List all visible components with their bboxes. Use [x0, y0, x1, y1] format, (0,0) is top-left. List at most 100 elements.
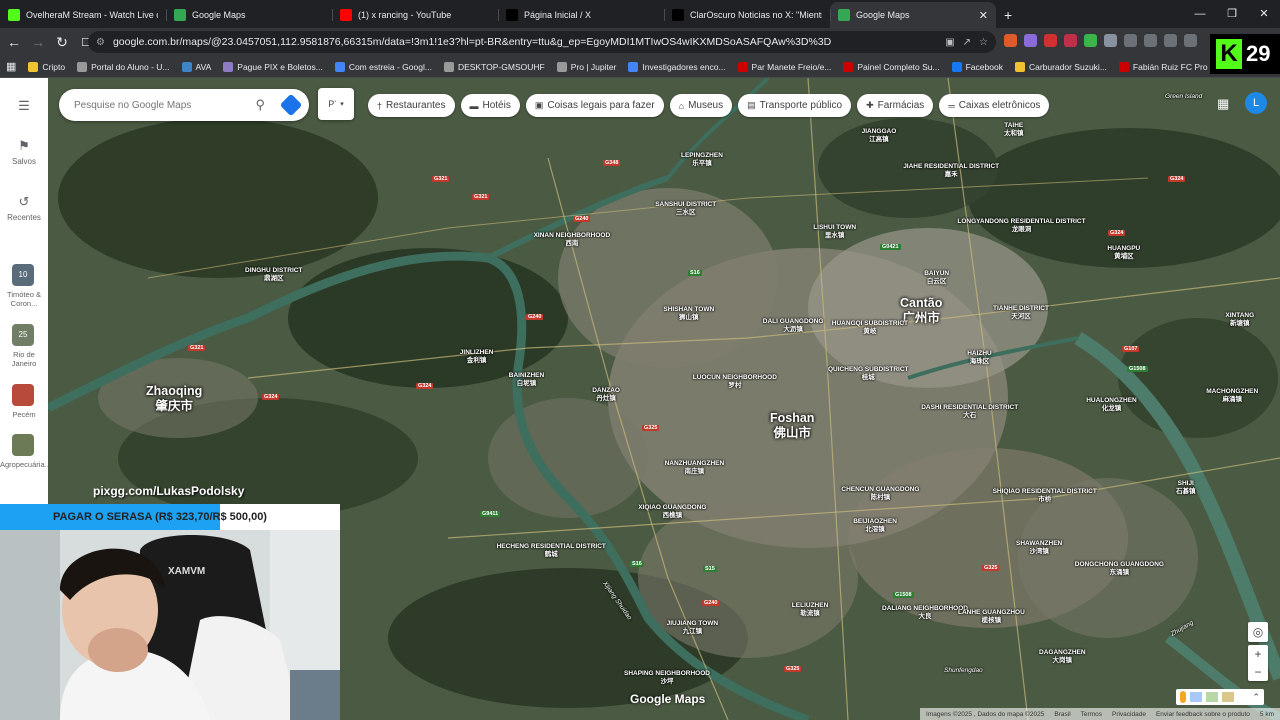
- extension-icon[interactable]: [1024, 34, 1037, 47]
- category-chip[interactable]: ═ Caixas eletrônicos: [939, 94, 1050, 117]
- place-label[interactable]: SHAWANZHEN 沙湾镇: [1016, 540, 1062, 556]
- place-label[interactable]: BAIYUN 白云区: [924, 270, 949, 286]
- bookmark-item[interactable]: Facebook: [951, 61, 1003, 72]
- place-label[interactable]: CHENCUN GUANGDONG 陈村镇: [841, 486, 919, 502]
- install-icon[interactable]: ▣: [945, 37, 954, 48]
- zoom-out-icon[interactable]: −: [1248, 663, 1268, 681]
- site-info-icon[interactable]: ⚙: [96, 37, 105, 48]
- forward-icon[interactable]: →: [28, 34, 48, 50]
- bookmark-item[interactable]: Portal do Aluno - U...: [77, 61, 170, 72]
- place-label[interactable]: XIQIAO GUANGDONG 西樵镇: [638, 504, 706, 520]
- bookmark-item[interactable]: Pague PIX e Boletos...: [223, 61, 323, 72]
- account-avatar[interactable]: L: [1245, 92, 1267, 114]
- bookmark-item[interactable]: Pro | Jupiter: [556, 61, 616, 72]
- maps-search-box[interactable]: ⚲: [59, 89, 309, 121]
- place-label[interactable]: HAIZHU 海珠区: [967, 350, 992, 366]
- address-bar[interactable]: ⚙ google.com.br/maps/@23.0457051,112.958…: [88, 31, 996, 53]
- close-window-icon[interactable]: ✕: [1248, 0, 1280, 28]
- feedback-link[interactable]: Enviar feedback sobre o produto: [1156, 711, 1250, 718]
- bookmark-item[interactable]: DESKTOP-GMSOUHF: [443, 61, 545, 72]
- star-icon[interactable]: ☆: [979, 37, 988, 48]
- extension-icon[interactable]: [1064, 34, 1077, 47]
- category-chip[interactable]: † Restaurantes: [368, 94, 455, 117]
- place-label[interactable]: HUANGPU 黄埔区: [1107, 245, 1140, 261]
- extension-icon[interactable]: [1044, 34, 1057, 47]
- downloads-icon[interactable]: [1144, 34, 1157, 47]
- place-label[interactable]: JIANGGAO 江高镇: [862, 128, 897, 144]
- place-label[interactable]: DASHI RESIDENTIAL DISTRICT 大石: [921, 404, 1018, 420]
- map-thumb[interactable]: [1190, 692, 1202, 702]
- brave-extension-icon[interactable]: [1004, 34, 1017, 47]
- minimize-icon[interactable]: —: [1184, 0, 1216, 28]
- menu-icon[interactable]: ☰: [0, 98, 48, 117]
- recent-button[interactable]: ↺ Recentes: [0, 194, 48, 222]
- pegman-icon[interactable]: [1180, 691, 1186, 703]
- search-icon[interactable]: ⚲: [255, 97, 265, 113]
- place-label[interactable]: TAIHE 太和镇: [1004, 122, 1024, 138]
- bookmark-item[interactable]: Fabián Ruiz FC Pro L...: [1118, 61, 1222, 72]
- media-icon[interactable]: [1164, 34, 1177, 47]
- place-label[interactable]: HUANGQI SUBDISTRICT 黄岐: [832, 320, 908, 336]
- place-label[interactable]: DINGHU DISTRICT 鼎湖区: [245, 267, 302, 283]
- browser-tab[interactable]: Google Maps ✕: [830, 2, 996, 28]
- zoom-in-icon[interactable]: +: [1248, 645, 1268, 663]
- place-label[interactable]: LEPINGZHEN 乐平镇: [681, 152, 723, 168]
- extension-icon[interactable]: [1084, 34, 1097, 47]
- search-input[interactable]: [74, 99, 244, 111]
- my-location-icon[interactable]: ◎: [1248, 622, 1268, 642]
- expand-icon[interactable]: ⌃: [1252, 692, 1260, 703]
- restore-icon[interactable]: ❐: [1216, 0, 1248, 28]
- place-label[interactable]: JIAHE RESIDENTIAL DISTRICT 嘉禾: [903, 163, 999, 179]
- bookmark-item[interactable]: Carburador Suzuki...: [1014, 61, 1107, 72]
- extension-icon[interactable]: [1104, 34, 1117, 47]
- puzzle-icon[interactable]: [1124, 34, 1137, 47]
- browser-tab[interactable]: (1) x rancing - YouTube: [332, 2, 498, 28]
- back-icon[interactable]: ←: [4, 34, 24, 50]
- category-chip[interactable]: ▬ Hotéis: [460, 94, 520, 117]
- share-icon[interactable]: ↗: [963, 37, 971, 48]
- place-label[interactable]: HUALONGZHEN 化龙镇: [1086, 397, 1137, 413]
- category-chip[interactable]: ▣ Coisas legais para fazer: [525, 94, 664, 117]
- browser-tab[interactable]: Página Inicial / X: [498, 2, 664, 28]
- place-label[interactable]: MACHONGZHEN 麻涌镇: [1206, 388, 1258, 404]
- layers-button[interactable]: P‵ ▾: [318, 88, 354, 120]
- place-label[interactable]: LANHE GUANGZHOU 榄核镇: [958, 609, 1025, 625]
- place-label[interactable]: SHIQIAO RESIDENTIAL DISTRICT 市桥: [993, 488, 1097, 504]
- place-label[interactable]: NANZHUANGZHEN 南庄镇: [665, 460, 725, 476]
- place-label[interactable]: SHAPING NEIGHBORHOOD 沙坪: [624, 670, 710, 686]
- place-label[interactable]: LONGYANDONG RESIDENTIAL DISTRICT 龙眼洞: [957, 218, 1085, 234]
- place-label[interactable]: TIANHE DISTRICT 天河区: [993, 305, 1049, 321]
- place-label[interactable]: LELIUZHEN 勒流镇: [792, 602, 828, 618]
- new-tab-button[interactable]: +: [996, 2, 1020, 28]
- place-label[interactable]: DONGCHONG GUANGDONG 东涌镇: [1075, 561, 1164, 577]
- google-apps-icon[interactable]: ▦: [1217, 96, 1229, 112]
- browser-tab[interactable]: OvelheraM Stream - Watch Live on K: [0, 2, 166, 28]
- place-label[interactable]: SHIJI 石碁镇: [1176, 480, 1196, 496]
- reload-icon[interactable]: ↻: [52, 34, 72, 51]
- apps-grid-icon[interactable]: ▦: [6, 60, 16, 73]
- bookmark-item[interactable]: Painel Completo Su...: [843, 61, 940, 72]
- terms-link[interactable]: Termos: [1081, 711, 1102, 718]
- place-label[interactable]: SANSHUI DISTRICT 三水区: [655, 201, 716, 217]
- bookmark-item[interactable]: Com estreia - Googl...: [334, 61, 432, 72]
- privacy-link[interactable]: Privacidade: [1112, 711, 1146, 718]
- place-label[interactable]: JINLIZHEN 金利镇: [460, 349, 494, 365]
- place-label[interactable]: Green Island: [1165, 93, 1202, 101]
- place-label[interactable]: DAGANGZHEN 大岗镇: [1039, 649, 1086, 665]
- browser-tab[interactable]: Google Maps: [166, 2, 332, 28]
- category-chip[interactable]: ▤ Transporte público: [738, 94, 852, 117]
- bookmark-item[interactable]: AVA: [181, 61, 211, 72]
- place-label[interactable]: XINTANG 新塘镇: [1225, 312, 1254, 328]
- place-label[interactable]: SHISHAN TOWN 狮山镇: [663, 306, 714, 322]
- bookmark-item[interactable]: Par Manete Freio/e...: [737, 61, 831, 72]
- place-label[interactable]: DANZAO 丹灶镇: [592, 387, 620, 403]
- bookmark-item[interactable]: Cripto: [28, 61, 65, 72]
- place-label[interactable]: JIUJIANG TOWN 九江镇: [667, 620, 719, 636]
- place-label[interactable]: XINAN NEIGHBORHOOD 西南: [534, 232, 611, 248]
- place-label[interactable]: LISHUI TOWN 里水镇: [813, 224, 856, 240]
- browser-tab[interactable]: ClarOscuro Noticias no X: "Mientras: [664, 2, 830, 28]
- directions-icon[interactable]: [279, 93, 303, 117]
- place-label[interactable]: Shunfengdao: [944, 667, 983, 675]
- sidebar-icon[interactable]: [1184, 34, 1197, 47]
- category-chip[interactable]: ✚ Farmácias: [857, 94, 934, 117]
